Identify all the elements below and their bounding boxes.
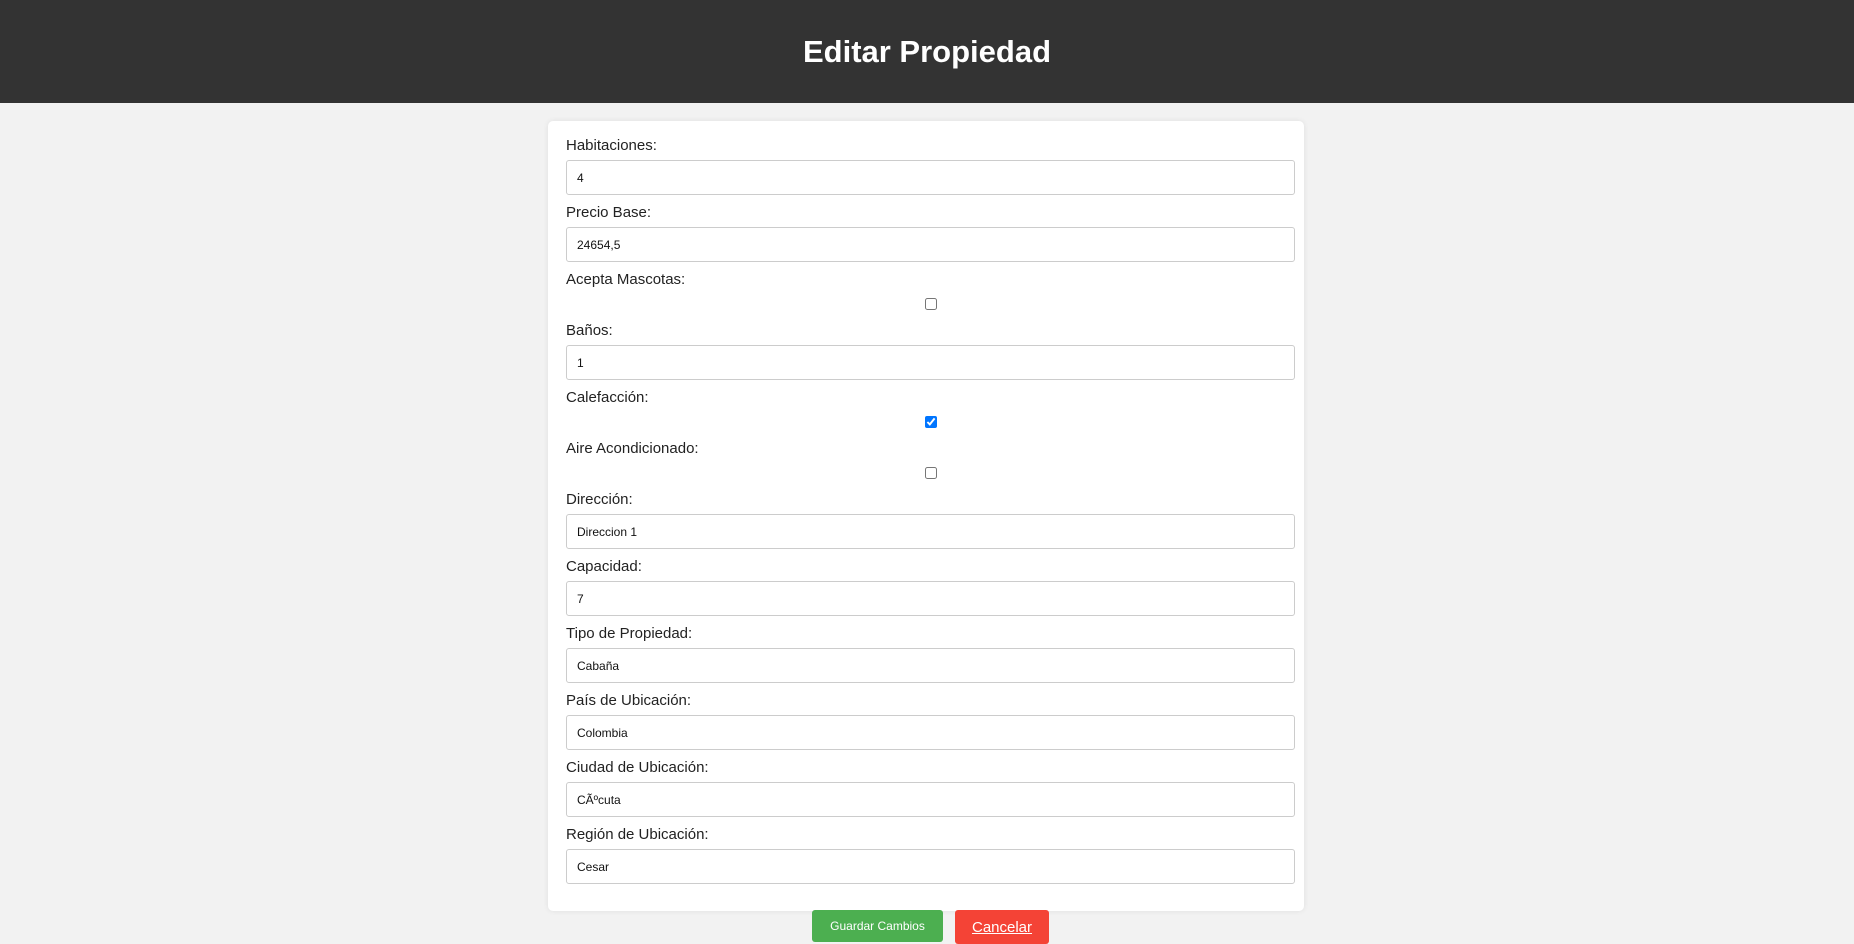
precio-base-label: Precio Base: — [566, 204, 652, 221]
banos-label: Baños: — [566, 322, 613, 339]
field-banos: Baños: — [566, 322, 1295, 380]
calefaccion-label: Calefacción: — [566, 389, 649, 406]
region-label: Región de Ubicación: — [566, 826, 709, 843]
field-tipo-propiedad: Tipo de Propiedad: — [566, 625, 1295, 683]
direccion-label: Dirección: — [566, 491, 633, 508]
acepta-mascotas-checkbox[interactable] — [924, 298, 937, 310]
field-precio-base: Precio Base: — [566, 204, 1295, 262]
page-title: Editar Propiedad — [802, 33, 1052, 69]
page-header: Editar Propiedad — [0, 0, 1854, 103]
habitaciones-input[interactable] — [566, 160, 1295, 195]
pais-input[interactable] — [566, 715, 1295, 750]
tipo-propiedad-input[interactable] — [566, 648, 1295, 683]
ciudad-label: Ciudad de Ubicación: — [566, 759, 709, 776]
cancel-link[interactable]: Cancelar — [955, 910, 1049, 944]
aire-acondicionado-checkbox[interactable] — [924, 467, 937, 479]
pais-label: País de Ubicación: — [566, 692, 692, 709]
calefaccion-checkbox[interactable] — [924, 416, 937, 428]
field-aire-acondicionado: Aire Acondicionado: — [566, 440, 1295, 483]
tipo-propiedad-label: Tipo de Propiedad: — [566, 625, 693, 642]
habitaciones-label: Habitaciones: — [566, 137, 657, 154]
precio-base-input[interactable] — [566, 227, 1295, 262]
banos-input[interactable] — [566, 345, 1295, 380]
field-direccion: Dirección: — [566, 491, 1295, 549]
field-acepta-mascotas: Acepta Mascotas: — [566, 271, 1295, 314]
form-actions: Guardar Cambios Cancelar — [566, 910, 1295, 944]
edit-property-form: Habitaciones: Precio Base: Acepta Mascot… — [548, 121, 1304, 944]
capacidad-input[interactable] — [566, 581, 1295, 616]
field-habitaciones: Habitaciones: — [566, 137, 1295, 195]
direccion-input[interactable] — [566, 514, 1295, 549]
field-capacidad: Capacidad: — [566, 558, 1295, 616]
field-calefaccion: Calefacción: — [566, 389, 1295, 432]
field-region: Región de Ubicación: — [566, 826, 1295, 884]
region-input[interactable] — [566, 849, 1295, 884]
field-ciudad: Ciudad de Ubicación: — [566, 759, 1295, 817]
field-pais: País de Ubicación: — [566, 692, 1295, 750]
acepta-mascotas-label: Acepta Mascotas: — [566, 271, 686, 288]
save-changes-button[interactable]: Guardar Cambios — [812, 910, 943, 942]
aire-acondicionado-label: Aire Acondicionado: — [566, 440, 699, 457]
ciudad-input[interactable] — [566, 782, 1295, 817]
capacidad-label: Capacidad: — [566, 558, 642, 575]
